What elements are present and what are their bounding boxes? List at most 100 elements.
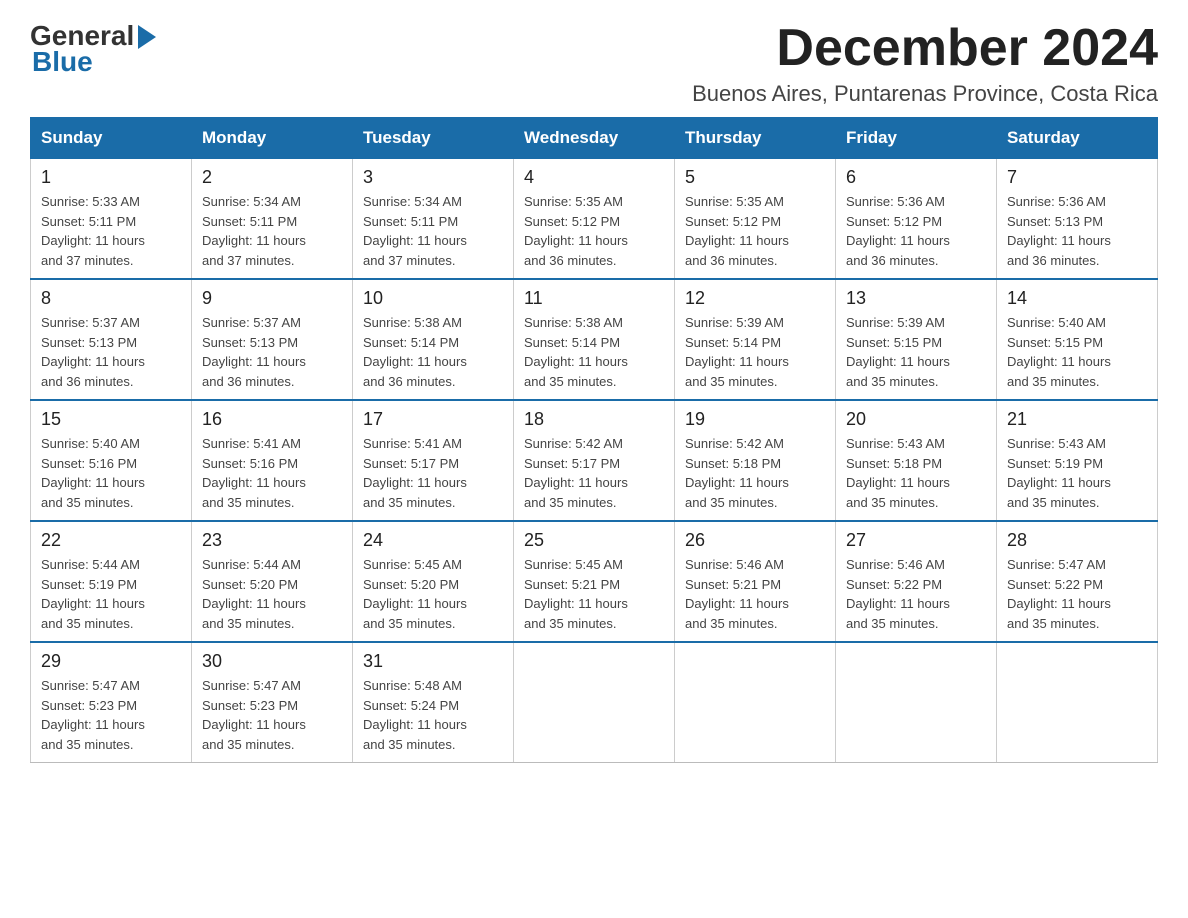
- day-info: Sunrise: 5:48 AMSunset: 5:24 PMDaylight:…: [363, 676, 503, 754]
- day-info: Sunrise: 5:35 AMSunset: 5:12 PMDaylight:…: [524, 192, 664, 270]
- day-number: 13: [846, 288, 986, 309]
- day-number: 29: [41, 651, 181, 672]
- day-info: Sunrise: 5:47 AMSunset: 5:23 PMDaylight:…: [41, 676, 181, 754]
- day-info: Sunrise: 5:34 AMSunset: 5:11 PMDaylight:…: [363, 192, 503, 270]
- logo-blue-text: Blue: [32, 46, 93, 78]
- day-number: 5: [685, 167, 825, 188]
- calendar-cell: [675, 642, 836, 763]
- day-number: 15: [41, 409, 181, 430]
- calendar-cell: 11 Sunrise: 5:38 AMSunset: 5:14 PMDaylig…: [514, 279, 675, 400]
- day-number: 6: [846, 167, 986, 188]
- calendar-cell: 26 Sunrise: 5:46 AMSunset: 5:21 PMDaylig…: [675, 521, 836, 642]
- calendar-cell: 25 Sunrise: 5:45 AMSunset: 5:21 PMDaylig…: [514, 521, 675, 642]
- day-info: Sunrise: 5:41 AMSunset: 5:17 PMDaylight:…: [363, 434, 503, 512]
- day-number: 24: [363, 530, 503, 551]
- calendar-cell: 29 Sunrise: 5:47 AMSunset: 5:23 PMDaylig…: [31, 642, 192, 763]
- calendar-cell: 15 Sunrise: 5:40 AMSunset: 5:16 PMDaylig…: [31, 400, 192, 521]
- calendar-cell: [997, 642, 1158, 763]
- day-number: 10: [363, 288, 503, 309]
- day-info: Sunrise: 5:33 AMSunset: 5:11 PMDaylight:…: [41, 192, 181, 270]
- day-info: Sunrise: 5:40 AMSunset: 5:16 PMDaylight:…: [41, 434, 181, 512]
- calendar-table: Sunday Monday Tuesday Wednesday Thursday…: [30, 117, 1158, 763]
- calendar-cell: 13 Sunrise: 5:39 AMSunset: 5:15 PMDaylig…: [836, 279, 997, 400]
- calendar-cell: 23 Sunrise: 5:44 AMSunset: 5:20 PMDaylig…: [192, 521, 353, 642]
- calendar-cell: 12 Sunrise: 5:39 AMSunset: 5:14 PMDaylig…: [675, 279, 836, 400]
- day-number: 1: [41, 167, 181, 188]
- day-info: Sunrise: 5:39 AMSunset: 5:14 PMDaylight:…: [685, 313, 825, 391]
- day-number: 9: [202, 288, 342, 309]
- day-number: 2: [202, 167, 342, 188]
- calendar-cell: 27 Sunrise: 5:46 AMSunset: 5:22 PMDaylig…: [836, 521, 997, 642]
- calendar-cell: 5 Sunrise: 5:35 AMSunset: 5:12 PMDayligh…: [675, 159, 836, 280]
- header-sunday: Sunday: [31, 118, 192, 159]
- calendar-cell: 18 Sunrise: 5:42 AMSunset: 5:17 PMDaylig…: [514, 400, 675, 521]
- day-number: 18: [524, 409, 664, 430]
- day-number: 4: [524, 167, 664, 188]
- day-info: Sunrise: 5:43 AMSunset: 5:19 PMDaylight:…: [1007, 434, 1147, 512]
- calendar-cell: 20 Sunrise: 5:43 AMSunset: 5:18 PMDaylig…: [836, 400, 997, 521]
- day-info: Sunrise: 5:40 AMSunset: 5:15 PMDaylight:…: [1007, 313, 1147, 391]
- day-number: 16: [202, 409, 342, 430]
- header-tuesday: Tuesday: [353, 118, 514, 159]
- day-info: Sunrise: 5:47 AMSunset: 5:23 PMDaylight:…: [202, 676, 342, 754]
- day-info: Sunrise: 5:45 AMSunset: 5:21 PMDaylight:…: [524, 555, 664, 633]
- day-info: Sunrise: 5:37 AMSunset: 5:13 PMDaylight:…: [41, 313, 181, 391]
- day-info: Sunrise: 5:39 AMSunset: 5:15 PMDaylight:…: [846, 313, 986, 391]
- week-row-1: 1 Sunrise: 5:33 AMSunset: 5:11 PMDayligh…: [31, 159, 1158, 280]
- calendar-cell: 28 Sunrise: 5:47 AMSunset: 5:22 PMDaylig…: [997, 521, 1158, 642]
- calendar-cell: 1 Sunrise: 5:33 AMSunset: 5:11 PMDayligh…: [31, 159, 192, 280]
- day-info: Sunrise: 5:46 AMSunset: 5:21 PMDaylight:…: [685, 555, 825, 633]
- calendar-cell: 19 Sunrise: 5:42 AMSunset: 5:18 PMDaylig…: [675, 400, 836, 521]
- day-number: 31: [363, 651, 503, 672]
- day-number: 30: [202, 651, 342, 672]
- day-number: 14: [1007, 288, 1147, 309]
- day-number: 7: [1007, 167, 1147, 188]
- header-monday: Monday: [192, 118, 353, 159]
- page-header: General Blue December 2024 Buenos Aires,…: [30, 20, 1158, 107]
- day-number: 21: [1007, 409, 1147, 430]
- day-info: Sunrise: 5:46 AMSunset: 5:22 PMDaylight:…: [846, 555, 986, 633]
- day-info: Sunrise: 5:44 AMSunset: 5:19 PMDaylight:…: [41, 555, 181, 633]
- header-thursday: Thursday: [675, 118, 836, 159]
- day-number: 17: [363, 409, 503, 430]
- calendar-cell: [514, 642, 675, 763]
- location-title: Buenos Aires, Puntarenas Province, Costa…: [692, 81, 1158, 107]
- day-info: Sunrise: 5:38 AMSunset: 5:14 PMDaylight:…: [363, 313, 503, 391]
- day-number: 22: [41, 530, 181, 551]
- day-info: Sunrise: 5:35 AMSunset: 5:12 PMDaylight:…: [685, 192, 825, 270]
- day-info: Sunrise: 5:43 AMSunset: 5:18 PMDaylight:…: [846, 434, 986, 512]
- day-number: 19: [685, 409, 825, 430]
- day-number: 28: [1007, 530, 1147, 551]
- calendar-cell: 16 Sunrise: 5:41 AMSunset: 5:16 PMDaylig…: [192, 400, 353, 521]
- calendar-cell: 31 Sunrise: 5:48 AMSunset: 5:24 PMDaylig…: [353, 642, 514, 763]
- calendar-cell: 6 Sunrise: 5:36 AMSunset: 5:12 PMDayligh…: [836, 159, 997, 280]
- day-info: Sunrise: 5:37 AMSunset: 5:13 PMDaylight:…: [202, 313, 342, 391]
- day-info: Sunrise: 5:38 AMSunset: 5:14 PMDaylight:…: [524, 313, 664, 391]
- logo-arrow-icon: [138, 25, 156, 49]
- calendar-cell: 14 Sunrise: 5:40 AMSunset: 5:15 PMDaylig…: [997, 279, 1158, 400]
- calendar-cell: 30 Sunrise: 5:47 AMSunset: 5:23 PMDaylig…: [192, 642, 353, 763]
- day-info: Sunrise: 5:42 AMSunset: 5:18 PMDaylight:…: [685, 434, 825, 512]
- header-saturday: Saturday: [997, 118, 1158, 159]
- day-number: 26: [685, 530, 825, 551]
- calendar-cell: 24 Sunrise: 5:45 AMSunset: 5:20 PMDaylig…: [353, 521, 514, 642]
- day-info: Sunrise: 5:34 AMSunset: 5:11 PMDaylight:…: [202, 192, 342, 270]
- calendar-cell: 10 Sunrise: 5:38 AMSunset: 5:14 PMDaylig…: [353, 279, 514, 400]
- day-number: 25: [524, 530, 664, 551]
- calendar-cell: [836, 642, 997, 763]
- day-info: Sunrise: 5:45 AMSunset: 5:20 PMDaylight:…: [363, 555, 503, 633]
- calendar-cell: 7 Sunrise: 5:36 AMSunset: 5:13 PMDayligh…: [997, 159, 1158, 280]
- month-title: December 2024: [692, 20, 1158, 77]
- calendar-cell: 3 Sunrise: 5:34 AMSunset: 5:11 PMDayligh…: [353, 159, 514, 280]
- calendar-cell: 8 Sunrise: 5:37 AMSunset: 5:13 PMDayligh…: [31, 279, 192, 400]
- week-row-4: 22 Sunrise: 5:44 AMSunset: 5:19 PMDaylig…: [31, 521, 1158, 642]
- day-number: 3: [363, 167, 503, 188]
- day-info: Sunrise: 5:36 AMSunset: 5:12 PMDaylight:…: [846, 192, 986, 270]
- logo: General Blue: [30, 20, 156, 78]
- title-section: December 2024 Buenos Aires, Puntarenas P…: [692, 20, 1158, 107]
- day-number: 27: [846, 530, 986, 551]
- day-number: 12: [685, 288, 825, 309]
- calendar-cell: 2 Sunrise: 5:34 AMSunset: 5:11 PMDayligh…: [192, 159, 353, 280]
- day-number: 11: [524, 288, 664, 309]
- week-row-3: 15 Sunrise: 5:40 AMSunset: 5:16 PMDaylig…: [31, 400, 1158, 521]
